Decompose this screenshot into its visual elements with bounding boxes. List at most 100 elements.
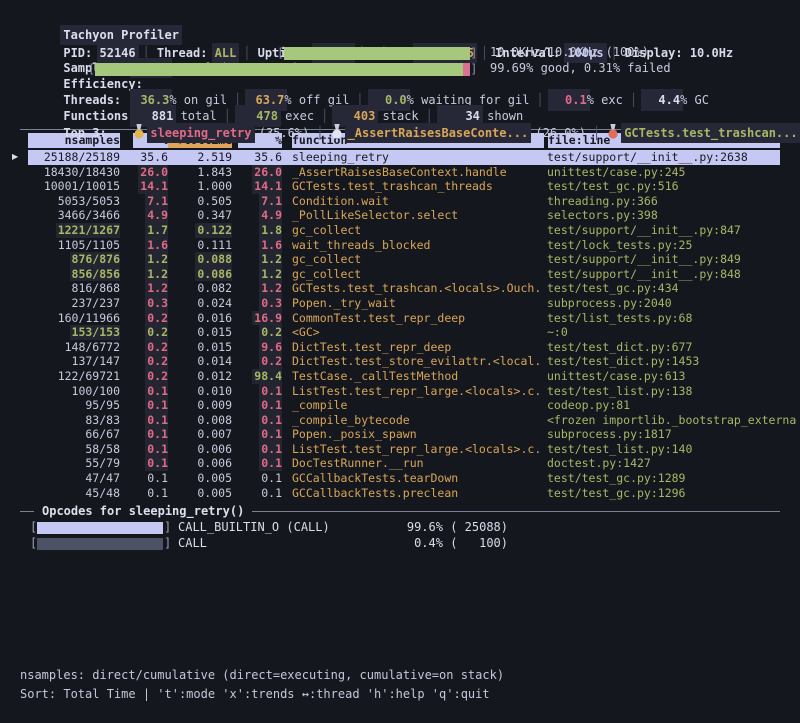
cell-nsamples: 83/83: [28, 413, 120, 428]
cell-value: 4.9: [261, 208, 282, 222]
cell-function: DictTest.test_repr_deep: [282, 340, 544, 355]
cell-pct-direct: 1.2: [120, 267, 168, 282]
cell-pct-cumulative: 0.3: [232, 296, 282, 311]
cell-value: 18430/18430: [44, 165, 120, 179]
cell-nsamples: 237/237: [28, 296, 120, 311]
table-row[interactable]: 100/1000.10.0100.1ListTest.test_repr_lar…: [28, 384, 780, 399]
cell-tottime: 1.000: [168, 179, 232, 194]
table-row[interactable]: 237/2370.30.0240.3Popen._try_waitsubproc…: [28, 296, 780, 311]
table-row[interactable]: 83/830.10.0080.1_compile_bytecode<frozen…: [28, 413, 780, 428]
cell-pct-direct: 0.1: [120, 456, 168, 471]
cell-value: 0.015: [197, 340, 232, 354]
cell-value: 35.6: [254, 150, 282, 164]
cell-value: 0.1: [261, 413, 282, 427]
cell-value: 237/237: [72, 296, 120, 310]
cell-file-line: test/lock_tests.py:25: [544, 238, 780, 253]
table-row[interactable]: 856/8561.20.0861.2gc_collecttest/support…: [28, 267, 780, 282]
cell-value: 0.111: [197, 238, 232, 252]
table-row[interactable]: 95/950.10.0090.1_compilecodeop.py:81: [28, 398, 780, 413]
table-row[interactable]: 55/790.10.0060.1DocTestRunner.__rundocte…: [28, 456, 780, 471]
opcode-name: CALL: [178, 536, 207, 551]
cell-value: 1.2: [147, 281, 168, 295]
table-row[interactable]: 122/697210.20.01298.4TestCase._callTestM…: [28, 369, 780, 384]
table-row[interactable]: 3466/34664.90.3474.9_PollLikeSelector.se…: [28, 208, 780, 223]
cell-tottime: 0.024: [168, 296, 232, 311]
cell-tottime: 0.082: [168, 281, 232, 296]
cell-value: 148/6772: [65, 340, 120, 354]
cell-value: 58/58: [85, 442, 120, 456]
cell-value: 0.3: [147, 296, 168, 310]
cell-value: 0.1: [147, 456, 168, 470]
cell-pct-cumulative: 1.8: [232, 223, 282, 238]
table-row[interactable]: 18430/1843026.01.84326.0_AssertRaisesBas…: [28, 165, 780, 180]
opcodes-title: Opcodes for sleeping_retry(): [42, 504, 244, 519]
samples-line: Samples:71038 total (10000.4/s) [] 10.0K…: [20, 44, 780, 60]
divider-dash: [20, 511, 34, 512]
table-row[interactable]: 137/1470.20.0140.2DictTest.test_store_ev…: [28, 354, 780, 369]
cell-file-line: test/support/__init__.py:849: [544, 252, 780, 267]
cell-nsamples: 137/147: [28, 354, 120, 369]
efficiency-bar-fill: [95, 63, 470, 76]
cell-pct-cumulative: 4.9: [232, 208, 282, 223]
cell-file-line: test/support/__init__.py:2638: [544, 150, 780, 165]
cell-pct-direct: 0.1: [120, 471, 168, 486]
cell-value: 45/48: [85, 486, 120, 500]
table-row[interactable]: 816/8681.20.0821.2GCTests.test_trashcan.…: [28, 281, 780, 296]
cell-value: 7.1: [261, 194, 282, 208]
cell-value: 55/79: [85, 456, 120, 470]
cell-value: 0.1: [147, 398, 168, 412]
cell-function: GCCallbackTests.preclean: [282, 486, 544, 501]
opcode-row: []CALL_BUILTIN_O (CALL)99.6% ( 25088): [20, 520, 780, 535]
cell-tottime: 0.009: [168, 398, 232, 413]
cell-pct-direct: 4.9: [120, 208, 168, 223]
cell-nsamples: 10001/10015: [28, 179, 120, 194]
efficiency-text: 99.69% good, 0.31% failed: [490, 60, 671, 76]
cell-value: 153/153: [72, 325, 120, 339]
separator: │: [593, 126, 600, 140]
cell-nsamples: 816/868: [28, 281, 120, 296]
opcode-stats: 0.4% ( 100): [400, 536, 508, 551]
table-row[interactable]: 66/670.10.0070.1Popen._posix_spawnsubpro…: [28, 427, 780, 442]
table-row[interactable]: 153/1530.20.0150.2<GC>~:0: [28, 325, 780, 340]
cell-file-line: subprocess.py:2040: [544, 296, 780, 311]
cell-pct-cumulative: 1.2: [232, 281, 282, 296]
table-row[interactable]: ▶25188/2518935.62.51935.6sleeping_retryt…: [28, 150, 780, 165]
cell-value: 35.6: [140, 150, 168, 164]
table-row[interactable]: 45/480.10.0050.1GCCallbackTests.preclean…: [28, 486, 780, 501]
cell-value: 0.1: [261, 427, 282, 441]
table-row[interactable]: 876/8761.20.0881.2gc_collecttest/support…: [28, 252, 780, 267]
table-row[interactable]: 148/67720.20.0159.6DictTest.test_repr_de…: [28, 340, 780, 355]
table-row[interactable]: 160/119660.20.01616.9CommonTest.test_rep…: [28, 311, 780, 326]
cell-function: gc_collect: [282, 267, 544, 282]
cell-value: 0.122: [197, 223, 232, 237]
cell-pct-cumulative: 0.1: [232, 442, 282, 457]
table-row[interactable]: 5053/50537.10.5057.1Condition.waitthread…: [28, 194, 780, 209]
top3-line: Top 3:sleeping_retry (35.6%)│_AssertRais…: [20, 108, 780, 124]
cell-file-line: test/test_list.py:140: [544, 442, 780, 457]
table-body: ▶25188/2518935.62.51935.6sleeping_retryt…: [28, 150, 780, 500]
table-row[interactable]: 47/470.10.0050.1GCCallbackTests.tearDown…: [28, 471, 780, 486]
status-bar: PID: 52146│Thread: ALL│Uptime: 0m07s│Tim…: [20, 26, 780, 44]
functions-table: nsamples%▼tottime%functionfile:line ▶251…: [28, 133, 780, 500]
cell-pct-direct: 0.2: [120, 325, 168, 340]
cell-file-line: test/list_tests.py:68: [544, 311, 780, 326]
cell-function: GCTests.test_trashcan_threads: [282, 179, 544, 194]
table-row[interactable]: 58/580.10.0060.1ListTest.test_repr_large…: [28, 442, 780, 457]
cell-value: 0.006: [197, 442, 232, 456]
cell-value: 0.012: [197, 369, 232, 383]
top-function-name[interactable]: sleeping_retry: [150, 126, 251, 140]
divider-line: [252, 511, 780, 512]
table-row[interactable]: 10001/1001514.11.00014.1GCTests.test_tra…: [28, 179, 780, 194]
cell-value: 0.008: [197, 413, 232, 427]
cell-tottime: 1.843: [168, 165, 232, 180]
cell-file-line: selectors.py:398: [544, 208, 780, 223]
top-function-name[interactable]: GCTests.test_trashcan...: [624, 126, 797, 140]
cell-pct-cumulative: 0.1: [232, 427, 282, 442]
top-function-name[interactable]: _AssertRaisesBaseConte...: [348, 126, 529, 140]
cell-function: DictTest.test_store_evilattr.<local...: [282, 354, 544, 369]
table-row[interactable]: 1105/11051.60.1111.6wait_threads_blocked…: [28, 238, 780, 253]
table-row[interactable]: 1221/12671.70.1221.8gc_collecttest/suppo…: [28, 223, 780, 238]
cell-tottime: 0.347: [168, 208, 232, 223]
samples-bar: []: [277, 45, 477, 61]
cell-function: gc_collect: [282, 252, 544, 267]
